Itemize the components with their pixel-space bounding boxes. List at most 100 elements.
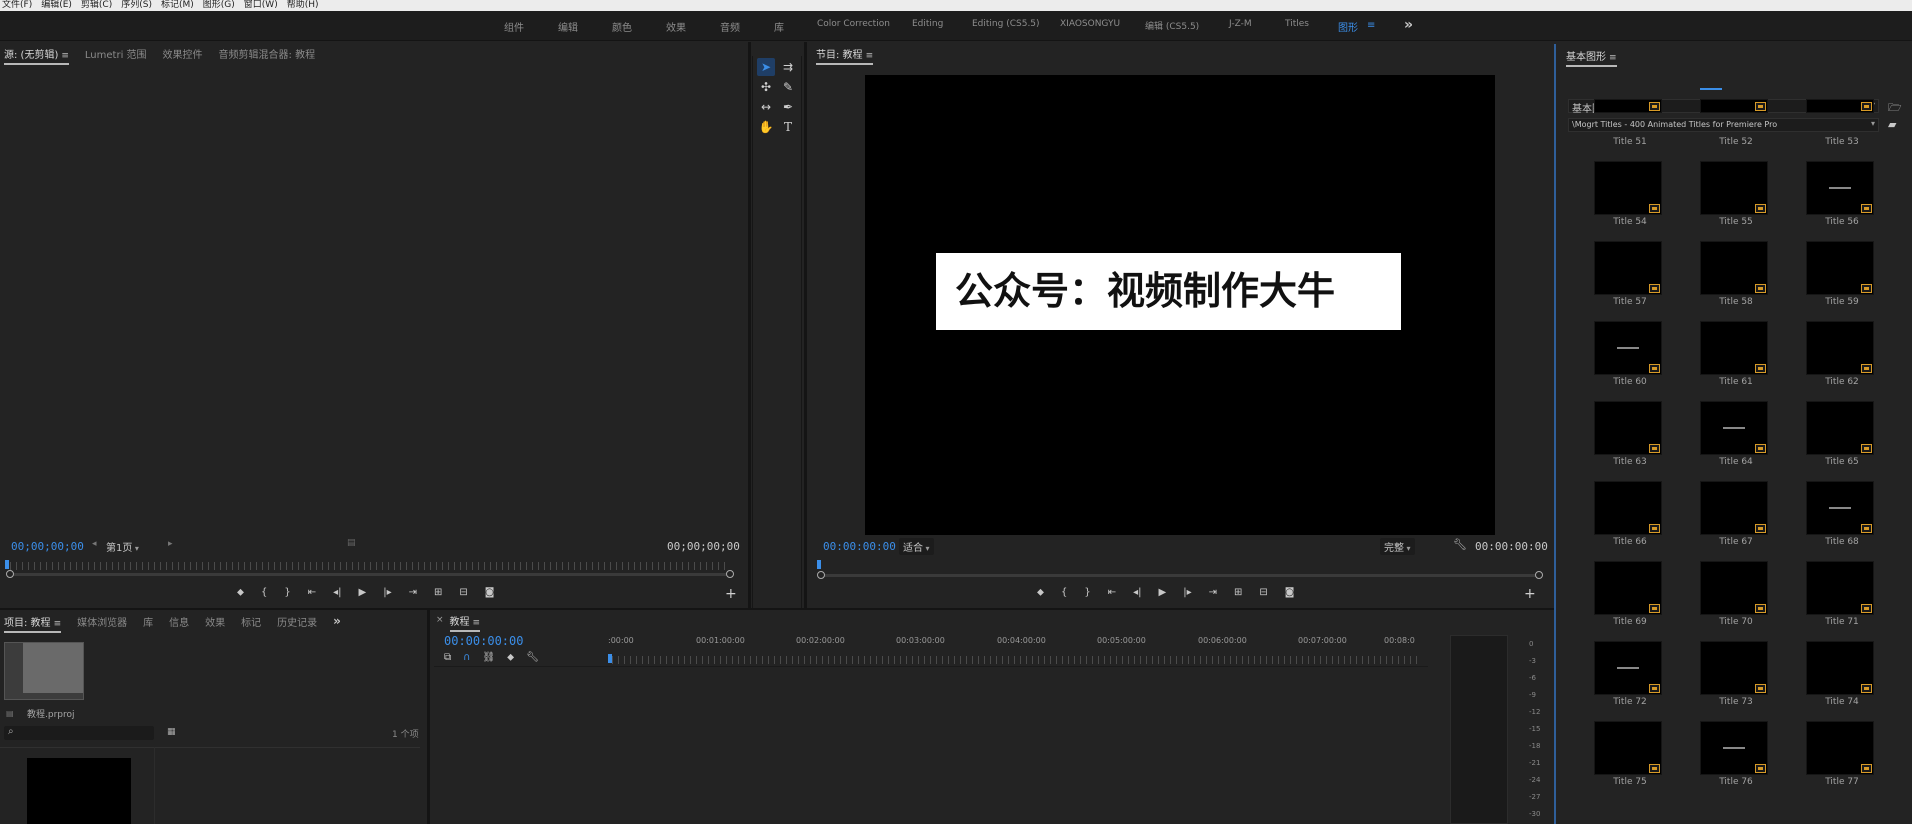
mogrt-item[interactable]: Title 68 [1789, 471, 1895, 551]
mogrt-item[interactable]: Title 70 [1683, 551, 1789, 631]
tab-history[interactable]: 历史记录 [277, 614, 317, 629]
mogrt-item[interactable]: Title 52 [1683, 71, 1789, 151]
panel-menu-icon[interactable]: ≡ [54, 619, 62, 629]
workspace-titles[interactable]: Titles [1285, 19, 1309, 29]
panel-divider[interactable] [804, 42, 807, 608]
panel-menu-icon[interactable]: ≡ [473, 618, 481, 628]
mogrt-item[interactable]: Title 58 [1683, 231, 1789, 311]
mogrt-item[interactable]: Title 64 [1683, 391, 1789, 471]
tab-effects[interactable]: 效果 [205, 614, 225, 629]
project-search-input[interactable]: ⌕ [4, 726, 154, 740]
workspace-color-correction[interactable]: Color Correction [817, 19, 890, 29]
menu-marker[interactable]: 标记(M) [159, 1, 201, 10]
selection-tool-icon[interactable]: ➤ [757, 58, 775, 76]
source-time-ruler[interactable] [10, 562, 730, 570]
workspace-jzm[interactable]: J-Z-M [1229, 19, 1252, 29]
overwrite-icon[interactable]: ⊟ [459, 587, 467, 598]
playback-resolution-select[interactable]: 完整 [1380, 538, 1415, 555]
project-thumbnail[interactable] [4, 642, 84, 700]
scroll-start-handle[interactable] [6, 570, 14, 578]
menu-window[interactable]: 窗口(W) [242, 1, 285, 10]
extract-icon[interactable]: ⊟ [1259, 587, 1267, 598]
source-scrollbar[interactable] [6, 570, 734, 578]
go-to-in-icon[interactable]: ⇤ [1108, 587, 1116, 598]
page-next-icon[interactable]: ▸ [168, 539, 173, 549]
tab-sequence[interactable]: 教程 ≡ [449, 613, 481, 632]
snap-icon[interactable]: ∩ [463, 652, 470, 663]
tab-project[interactable]: 项目: 教程 ≡ [4, 614, 62, 633]
workspace-menu-icon[interactable]: ≡ [1367, 20, 1375, 31]
more-tabs-icon[interactable]: » [333, 614, 341, 628]
menu-graphics[interactable]: 图形(G) [201, 1, 242, 10]
add-marker-icon[interactable]: ⬥ [237, 587, 244, 598]
tab-effect-controls[interactable]: 效果控件 [163, 46, 203, 61]
track-select-tool-icon[interactable]: ⇉ [779, 58, 797, 76]
panel-menu-icon[interactable]: ≡ [61, 51, 69, 61]
hand-tool-icon[interactable]: ✋ [757, 118, 775, 136]
panel-menu-icon[interactable]: ≡ [1609, 53, 1617, 63]
workspace-graphics[interactable]: 图形 [1338, 19, 1358, 34]
mogrt-item[interactable]: Title 53 [1789, 71, 1895, 151]
menu-help[interactable]: 帮助(H) [285, 1, 326, 10]
workspace-effects[interactable]: 效果 [666, 19, 686, 34]
linked-selection-icon[interactable]: ⛓︎ [482, 652, 495, 663]
scroll-start-handle[interactable] [817, 571, 825, 579]
program-scrollbar[interactable] [817, 571, 1543, 579]
panel-divider[interactable] [748, 42, 751, 608]
mogrt-item[interactable]: Title 59 [1789, 231, 1895, 311]
tab-markers[interactable]: 标记 [241, 614, 261, 629]
menu-file[interactable]: 文件(F) [0, 1, 39, 10]
nest-icon[interactable]: ⧉ [444, 652, 451, 663]
mogrt-item[interactable]: Title 75 [1577, 711, 1683, 791]
menu-edit[interactable]: 编辑(E) [39, 1, 79, 10]
play-icon[interactable]: ▶ [359, 587, 367, 598]
workspace-edit-cs55[interactable]: 编辑 (CS5.5) [1145, 19, 1199, 32]
mogrt-item[interactable]: Title 51 [1577, 71, 1683, 151]
sequence-thumbnail[interactable] [27, 758, 131, 824]
mogrt-item[interactable]: Title 76 [1683, 711, 1789, 791]
razor-tool-icon[interactable]: ✎ [779, 78, 797, 96]
program-playhead[interactable] [817, 560, 821, 569]
close-tab-icon[interactable]: × [436, 615, 444, 625]
menu-sequence[interactable]: 序列(S) [119, 1, 159, 10]
export-frame-icon[interactable]: ◙ [485, 587, 495, 598]
export-frame-icon[interactable]: ◙ [1285, 587, 1295, 598]
workspace-edit[interactable]: 编辑 [558, 19, 578, 34]
insert-icon[interactable]: ⊞ [434, 587, 442, 598]
mogrt-item[interactable]: Title 69 [1577, 551, 1683, 631]
mogrt-item[interactable]: Title 71 [1789, 551, 1895, 631]
zoom-select[interactable]: 适合 [899, 538, 934, 555]
mogrt-item[interactable]: Title 73 [1683, 631, 1789, 711]
button-editor-plus-icon[interactable]: + [1524, 586, 1536, 602]
source-timecode-in[interactable]: 00;00;00;00 [11, 540, 84, 553]
ripple-edit-tool-icon[interactable]: ✣ [757, 78, 775, 96]
step-forward-icon[interactable]: |▸ [383, 587, 391, 598]
workspace-editing[interactable]: Editing [912, 19, 943, 29]
mogrt-item[interactable]: Title 66 [1577, 471, 1683, 551]
mogrt-item[interactable]: Title 74 [1789, 631, 1895, 711]
timeline-timecode[interactable]: 00:00:00:00 [444, 634, 523, 648]
menu-clip[interactable]: 剪辑(C) [79, 1, 119, 10]
title-overlay[interactable]: 公众号：视频制作大牛 [936, 253, 1401, 330]
mark-in-icon[interactable]: { [1061, 587, 1067, 598]
mogrt-item[interactable]: Title 54 [1577, 151, 1683, 231]
mark-out-icon[interactable]: } [1084, 587, 1090, 598]
tab-audio-clip-mixer[interactable]: 音频剪辑混合器: 教程 [219, 46, 316, 61]
go-to-out-icon[interactable]: ⇥ [1209, 587, 1217, 598]
type-tool-icon[interactable]: T [779, 118, 797, 136]
workspace-editing-cs55[interactable]: Editing (CS5.5) [972, 19, 1040, 29]
scroll-end-handle[interactable] [726, 570, 734, 578]
step-forward-icon[interactable]: |▸ [1183, 587, 1191, 598]
mogrt-item[interactable]: Title 56 [1789, 151, 1895, 231]
more-workspaces-icon[interactable]: » [1404, 17, 1413, 33]
mogrt-item[interactable]: Title 65 [1789, 391, 1895, 471]
mogrt-item[interactable]: Title 60 [1577, 311, 1683, 391]
go-to-in-icon[interactable]: ⇤ [308, 587, 316, 598]
play-icon[interactable]: ▶ [1159, 587, 1167, 598]
tab-program[interactable]: 节目: 教程 ≡ [816, 46, 874, 65]
mogrt-item[interactable]: Title 77 [1789, 711, 1895, 791]
workspace-audio[interactable]: 音频 [720, 19, 740, 34]
page-select[interactable]: 第1页 [102, 538, 143, 555]
pen-tool-icon[interactable]: ✒ [779, 98, 797, 116]
timeline-ruler[interactable] [612, 656, 1420, 664]
